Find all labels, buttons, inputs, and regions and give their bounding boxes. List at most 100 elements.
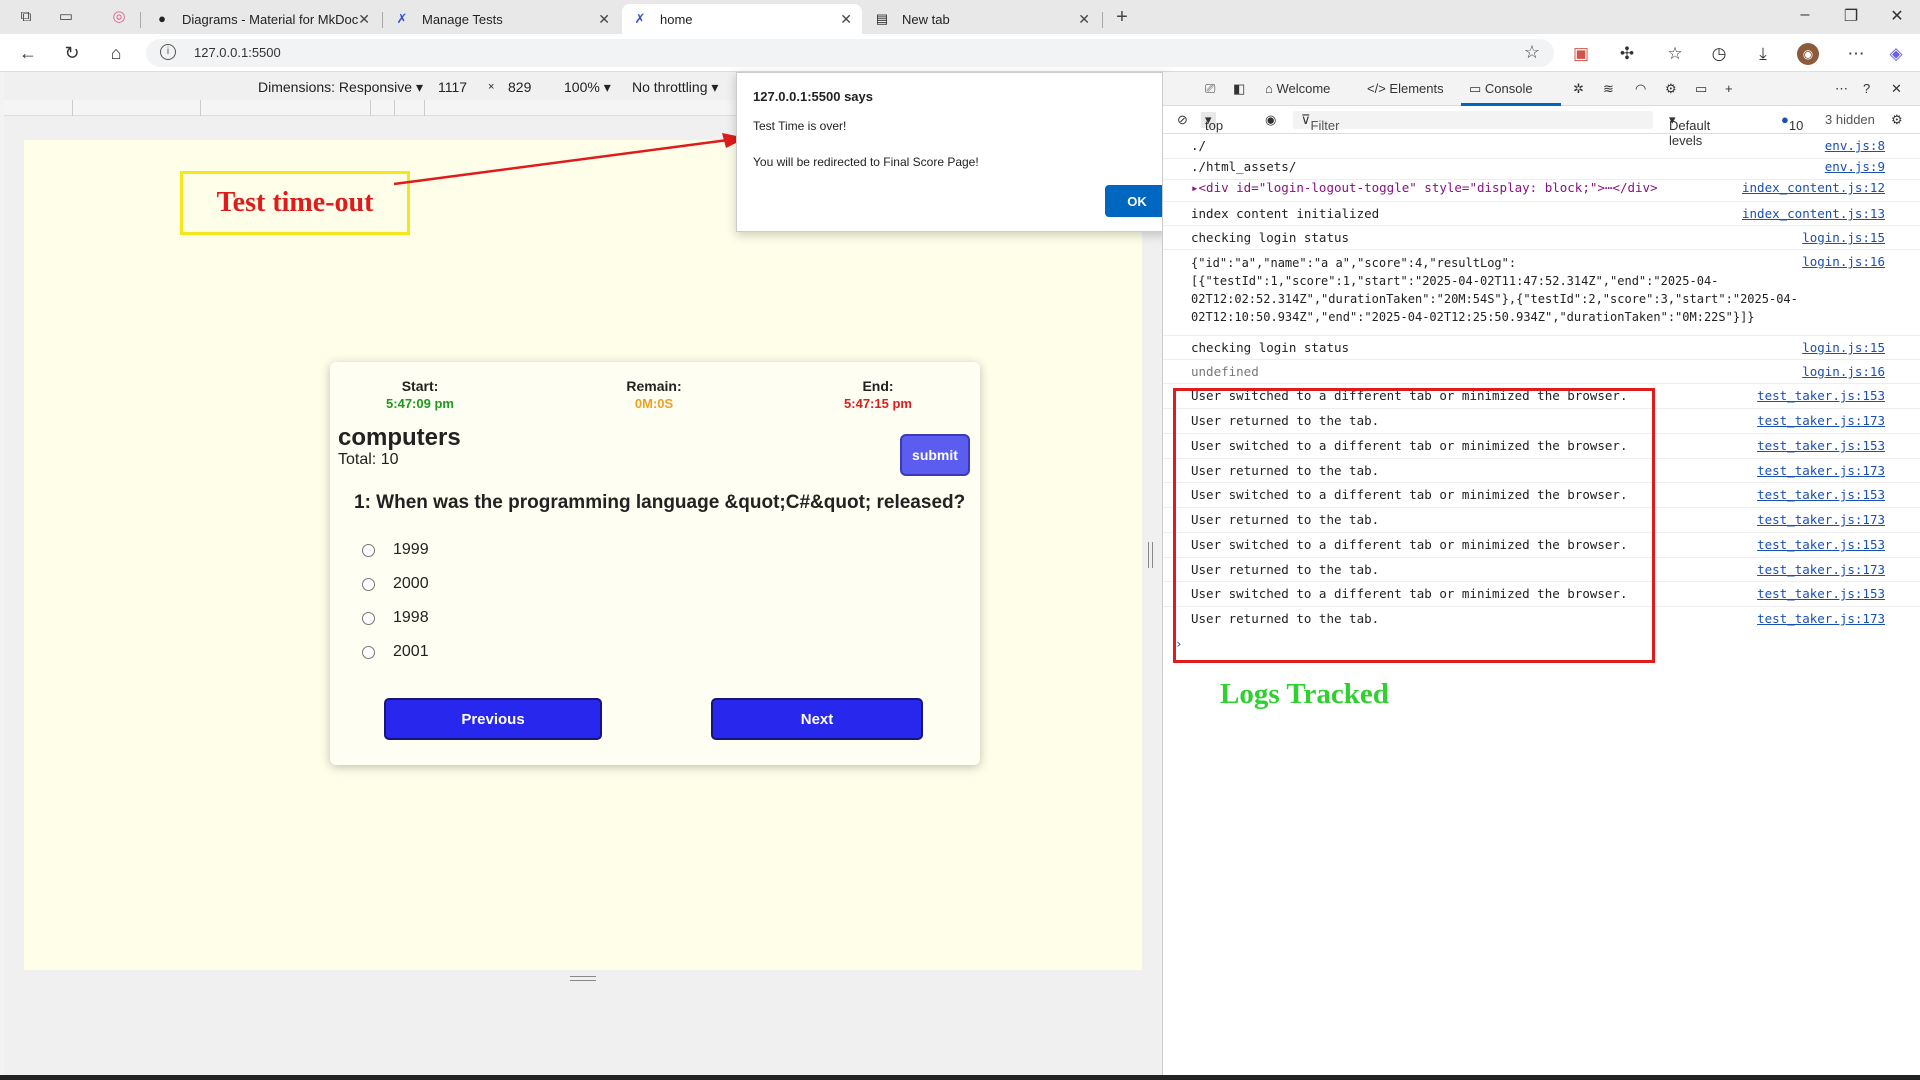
source-link[interactable]: test_taker.js:153 <box>1757 438 1885 453</box>
back-icon[interactable]: ← <box>16 42 40 64</box>
downloads-icon[interactable]: ⤓ <box>1752 43 1774 65</box>
tab-new[interactable]: ▤ New tab ✕ <box>864 4 1100 34</box>
history-icon[interactable]: ◷ <box>1708 43 1730 65</box>
dialog-title: 127.0.0.1:5500 says <box>753 89 873 104</box>
restore-icon[interactable]: ❐ <box>1836 6 1866 26</box>
levels-dropdown[interactable]: Default levels ▾ <box>1669 112 1710 148</box>
more-tools-icon[interactable]: + <box>1725 81 1733 96</box>
performance-icon[interactable]: ◠ <box>1635 81 1646 97</box>
source-link[interactable]: test_taker.js:153 <box>1757 487 1885 502</box>
log-row: checking login status login.js:15 <box>1163 336 1920 360</box>
start-time: Start: 5:47:09 pm <box>386 378 454 411</box>
source-link[interactable]: test_taker.js:173 <box>1757 463 1885 478</box>
close-icon[interactable]: ✕ <box>840 11 852 28</box>
source-link[interactable]: test_taker.js:173 <box>1757 413 1885 428</box>
mkdocs-favicon-icon: ● <box>158 11 166 26</box>
tab-actions-icon[interactable]: ▭ <box>56 7 76 27</box>
source-link[interactable]: login.js:15 <box>1802 230 1885 245</box>
previous-button[interactable]: Previous <box>384 698 602 740</box>
submit-button[interactable]: submit <box>900 434 970 476</box>
tab-diagrams[interactable]: ● Diagrams - Material for MkDocs ✕ <box>144 4 380 34</box>
resize-handle-bottom[interactable] <box>570 976 596 981</box>
source-link[interactable]: login.js:15 <box>1802 340 1885 355</box>
site-info-icon[interactable]: i <box>160 44 176 60</box>
device-mode-icon[interactable]: ⎚ <box>1205 81 1215 97</box>
width-input[interactable]: 1117 <box>438 79 467 95</box>
radio-button[interactable] <box>362 577 375 591</box>
radio-button[interactable] <box>362 543 375 557</box>
extension-icon[interactable]: ▣ <box>1570 43 1592 65</box>
tab-manage-tests[interactable]: ✗ Manage Tests ✕ <box>384 4 620 34</box>
radio-button[interactable] <box>362 611 375 625</box>
vscode-favicon-icon: ✗ <box>634 11 646 26</box>
close-icon[interactable]: ✕ <box>358 11 370 28</box>
context-dropdown[interactable]: top ▾ <box>1201 112 1223 133</box>
home-icon[interactable]: ⌂ <box>104 42 128 64</box>
source-link[interactable]: test_taker.js:153 <box>1757 388 1885 403</box>
tab-welcome[interactable]: ⌂ Welcome <box>1265 81 1330 96</box>
help-icon[interactable]: ? <box>1863 81 1870 96</box>
zoom-dropdown[interactable]: 100% ▾ <box>564 79 611 96</box>
menu-icon[interactable]: ⋯ <box>1845 43 1867 65</box>
minimize-icon[interactable]: – <box>1790 6 1820 24</box>
log-row: undefined login.js:16 <box>1163 360 1920 384</box>
tab-elements[interactable]: </> Elements <box>1367 81 1444 96</box>
vscode-favicon-icon: ✗ <box>396 11 408 26</box>
workspaces-icon[interactable]: ⧉ <box>16 7 36 27</box>
favorites-icon[interactable]: ☆ <box>1664 43 1686 65</box>
source-link[interactable]: test_taker.js:153 <box>1757 586 1885 601</box>
dock-icon[interactable]: ◧ <box>1233 81 1245 97</box>
log-row[interactable]: ▸<div id="login-logout-toggle" style="di… <box>1163 180 1920 202</box>
tab-console[interactable]: ▭ Console <box>1469 81 1533 97</box>
log-row: ./env.js:8 <box>1163 138 1920 159</box>
source-link[interactable]: login.js:16 <box>1802 364 1885 379</box>
copilot-icon[interactable]: ◈ <box>1885 43 1907 65</box>
resize-handle-right[interactable] <box>1148 542 1153 568</box>
dimensions-dropdown[interactable]: Dimensions: Responsive ▾ <box>258 79 423 96</box>
source-link[interactable]: env.js:8 <box>1825 138 1885 153</box>
clear-console-icon[interactable]: ⊘ <box>1177 112 1188 128</box>
source-link[interactable]: test_taker.js:153 <box>1757 537 1885 552</box>
source-link[interactable]: test_taker.js:173 <box>1757 512 1885 527</box>
ok-button[interactable]: OK <box>1105 185 1169 217</box>
source-link[interactable]: login.js:16 <box>1802 254 1885 269</box>
source-link[interactable]: env.js:9 <box>1825 159 1885 174</box>
dialog-message: Test Time is over! <box>753 119 847 133</box>
reload-icon[interactable]: ↻ <box>60 42 84 64</box>
pinned-tab-icon[interactable]: ◎ <box>109 7 129 27</box>
throttling-dropdown[interactable]: No throttling ▾ <box>632 79 718 96</box>
close-devtools-icon[interactable]: ✕ <box>1891 81 1902 97</box>
source-link[interactable]: index_content.js:13 <box>1742 206 1885 221</box>
issues-badge[interactable]: ● 10 <box>1781 112 1803 133</box>
settings-gear-icon[interactable]: ⚙ <box>1665 81 1677 97</box>
eye-icon[interactable]: ◉ <box>1265 112 1276 128</box>
option-item[interactable]: 1999 <box>362 540 429 560</box>
avatar[interactable]: ◉ <box>1797 43 1819 65</box>
close-icon[interactable]: ✕ <box>598 11 610 28</box>
application-icon[interactable]: ▭ <box>1695 81 1707 97</box>
option-item[interactable]: 2001 <box>362 642 429 662</box>
source-link[interactable]: index_content.js:12 <box>1742 180 1885 195</box>
bug-icon[interactable]: ✲ <box>1573 81 1584 97</box>
filter-input[interactable]: ⊽ Filter <box>1293 111 1653 133</box>
console-settings-icon[interactable]: ⚙ <box>1891 112 1903 128</box>
favorite-star-icon[interactable]: ☆ <box>1524 42 1540 63</box>
url-text[interactable]: 127.0.0.1:5500 <box>194 45 281 60</box>
option-item[interactable]: 1998 <box>362 608 429 628</box>
option-item[interactable]: 2000 <box>362 574 429 594</box>
source-link[interactable]: test_taker.js:173 <box>1757 611 1885 626</box>
network-icon[interactable]: ≋ <box>1603 81 1614 97</box>
close-window-icon[interactable]: ✕ <box>1882 6 1912 26</box>
height-input[interactable]: 829 <box>508 79 531 95</box>
more-icon[interactable]: ⋯ <box>1835 81 1848 97</box>
new-tab-icon[interactable]: + <box>1112 7 1132 27</box>
extensions-icon[interactable]: ✣ <box>1616 43 1638 65</box>
alert-dialog: 127.0.0.1:5500 says Test Time is over! Y… <box>736 72 1169 232</box>
radio-button[interactable] <box>362 645 375 659</box>
close-icon[interactable]: ✕ <box>1078 11 1090 28</box>
tab-home[interactable]: ✗ home ✕ <box>622 4 862 34</box>
logs-annotation-box <box>1173 388 1655 663</box>
next-button[interactable]: Next <box>711 698 923 740</box>
source-link[interactable]: test_taker.js:173 <box>1757 562 1885 577</box>
omnibox[interactable]: i 127.0.0.1:5500 ☆ <box>146 39 1554 67</box>
